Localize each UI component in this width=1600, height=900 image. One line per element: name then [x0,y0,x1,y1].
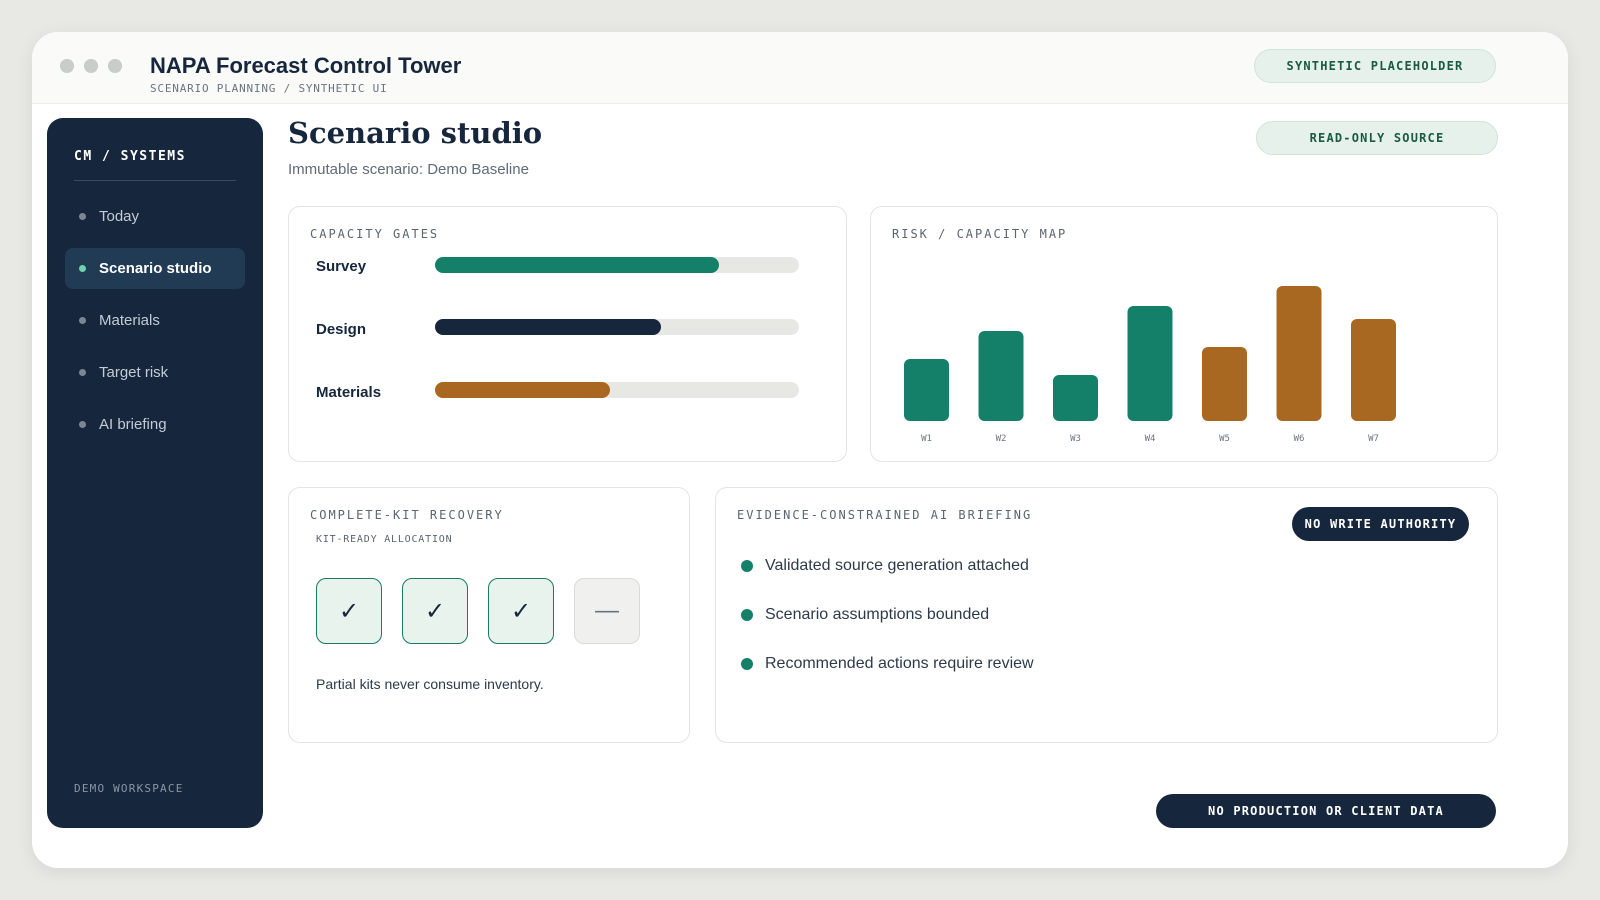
sidebar-item-ai-briefing[interactable]: AI briefing [65,404,245,445]
kit-pending-tile: — [574,578,640,644]
sidebar-item-label: AI briefing [99,416,167,433]
sidebar: CM / SYSTEMS Today Scenario studio Mater… [47,118,263,828]
gate-bar-fill [435,382,610,398]
sidebar-item-label: Target risk [99,364,169,381]
sidebar-item-target-risk[interactable]: Target risk [65,352,245,393]
briefing-item-text: Scenario assumptions bounded [765,606,990,623]
gate-bar-survey [435,257,799,273]
app-subtitle: SCENARIO PLANNING / SYNTHETIC UI [150,82,388,95]
sidebar-item-scenario-studio[interactable]: Scenario studio [65,248,245,289]
page-subtitle: Immutable scenario: Demo Baseline [288,161,529,178]
synthetic-placeholder-badge: SYNTHETIC PLACEHOLDER [1254,49,1496,83]
sidebar-divider [74,180,236,181]
briefing-item-text: Validated source generation attached [765,557,1029,574]
title-bar: NAPA Forecast Control Tower SCENARIO PLA… [32,32,1568,104]
chart-bar-w3 [1053,375,1098,421]
briefing-item: Recommended actions require review [741,655,1034,673]
check-icon: ✓ [510,597,532,625]
app-title: NAPA Forecast Control Tower [150,53,462,78]
sidebar-item-today[interactable]: Today [65,196,245,237]
chart-tick-label: W1 [921,434,932,444]
chart-tick-label: W3 [1070,434,1081,444]
window-minimize-dot[interactable] [84,59,98,73]
status-dot-icon [741,560,753,572]
page-title: Scenario studio [288,116,543,150]
complete-kit-recovery-card: COMPLETE-KIT RECOVERY KIT-READY ALLOCATI… [288,487,690,743]
sidebar-brand: CM / SYSTEMS [74,149,186,164]
chart-bar-w2 [978,331,1024,421]
no-write-authority-badge: NO WRITE AUTHORITY [1292,507,1469,541]
sidebar-item-materials[interactable]: Materials [65,300,245,341]
check-icon: ✓ [338,597,360,625]
sidebar-item-label: Today [99,208,140,225]
nav-bullet-icon [79,369,86,376]
nav-bullet-icon [79,265,86,272]
kit-ready-tile: ✓ [316,578,382,644]
window-close-dot[interactable] [60,59,74,73]
card-label: COMPLETE-KIT RECOVERY [310,508,504,522]
app-window: NAPA Forecast Control Tower SCENARIO PLA… [32,32,1568,868]
briefing-item: Validated source generation attached [741,557,1029,575]
chart-bar-w1 [904,359,949,421]
chart-bar-w7 [1351,319,1396,421]
briefing-item: Scenario assumptions bounded [741,606,989,624]
gate-label-survey: Survey [316,258,367,275]
window-controls [60,59,122,73]
window-maximize-dot[interactable] [108,59,122,73]
kit-note: Partial kits never consume inventory. [316,676,544,692]
ai-briefing-card: EVIDENCE-CONSTRAINED AI BRIEFING NO WRIT… [715,487,1498,743]
nav-bullet-icon [79,213,86,220]
chart-tick-label: W4 [1145,434,1156,444]
chart-bar-w5 [1202,347,1247,421]
chart-tick-label: W6 [1294,434,1305,444]
chart-tick-label: W5 [1219,434,1230,444]
sidebar-item-label: Materials [99,312,160,329]
card-label: CAPACITY GATES [310,227,440,241]
chart-tick-label: W2 [996,434,1007,444]
chart-tick-label: W7 [1368,434,1379,444]
gate-label-materials: Materials [316,384,382,401]
read-only-source-badge: READ-ONLY SOURCE [1256,121,1498,155]
nav-bullet-icon [79,421,86,428]
status-dot-icon [741,658,753,670]
kit-ready-tile: ✓ [488,578,554,644]
chart-bar-w4 [1127,306,1173,421]
dash-icon: — [595,597,619,624]
sidebar-item-label: Scenario studio [99,260,212,277]
chart-bar-w6 [1276,286,1322,421]
capacity-gates-card: CAPACITY GATES Survey Design Materials [288,206,847,462]
gate-label-design: Design [316,321,367,338]
gate-bar-design [435,319,799,335]
check-icon: ✓ [424,597,446,625]
no-production-data-badge: NO PRODUCTION OR CLIENT DATA [1156,794,1496,828]
kit-ready-tile: ✓ [402,578,468,644]
risk-capacity-chart: W1 W2 W3 W4 W5 W6 W7 [904,286,1396,444]
gate-bar-fill [435,257,719,273]
nav-bullet-icon [79,317,86,324]
card-label: EVIDENCE-CONSTRAINED AI BRIEFING [737,508,1033,522]
briefing-item-text: Recommended actions require review [765,655,1034,672]
risk-capacity-map-card: RISK / CAPACITY MAP W1 W2 W3 W4 W5 W6 W7 [870,206,1498,462]
kit-ready-allocation-label: KIT-READY ALLOCATION [316,534,453,545]
gate-bar-materials [435,382,799,398]
gate-bar-fill [435,319,661,335]
status-dot-icon [741,609,753,621]
sidebar-footer: DEMO WORKSPACE [74,782,184,795]
